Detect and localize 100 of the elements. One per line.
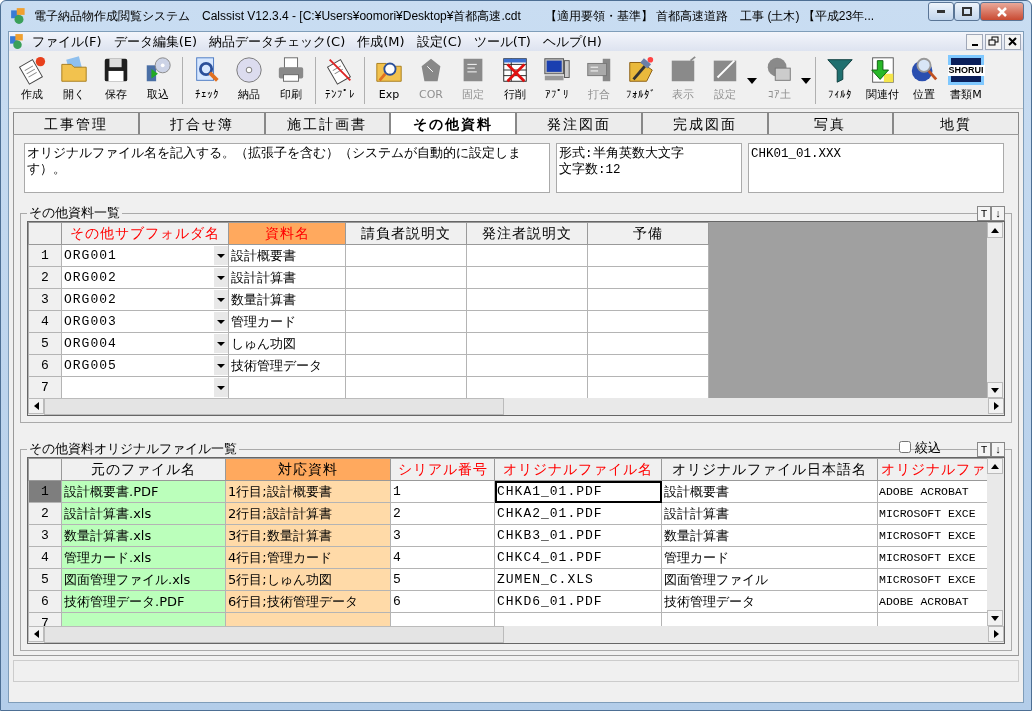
toolbar-button[interactable]: 位置 bbox=[903, 53, 945, 108]
toolbar-button[interactable]: 作成 bbox=[11, 53, 53, 108]
column-header[interactable]: 対応資料 bbox=[225, 458, 391, 481]
close-button[interactable] bbox=[980, 2, 1024, 21]
row-header[interactable]: 7 bbox=[28, 376, 62, 398]
tab[interactable]: 発注図面 bbox=[516, 112, 642, 134]
column-header[interactable]: オリジナルファイル名 bbox=[494, 458, 662, 481]
menu-item[interactable]: ヘルプ(H) bbox=[536, 31, 608, 52]
toolbar-button[interactable]: SHORUI 書類M bbox=[945, 53, 987, 108]
maximize-button[interactable] bbox=[954, 2, 980, 21]
toolbar-button[interactable]: Exp bbox=[368, 53, 410, 108]
tab[interactable]: 写真 bbox=[767, 112, 894, 134]
table-cell[interactable]: 技術管理データ.PDF bbox=[61, 590, 226, 613]
table-cell[interactable]: 1行目;設計概要書 bbox=[225, 480, 391, 503]
row-header[interactable]: 3 bbox=[28, 288, 62, 311]
table-cell[interactable]: CHKC4_01.PDF bbox=[494, 546, 662, 569]
scroll-right-button[interactable] bbox=[988, 398, 1004, 414]
toolbar-button[interactable]: ﾁｪｯｸ bbox=[186, 53, 228, 108]
scroll-left-button[interactable] bbox=[28, 398, 44, 414]
table-cell[interactable]: 3 bbox=[390, 524, 495, 547]
menu-item[interactable]: ファイル(F) bbox=[26, 31, 108, 52]
table-cell[interactable]: 4 bbox=[390, 546, 495, 569]
row-header[interactable]: 1 bbox=[28, 244, 62, 267]
dropdown-button[interactable] bbox=[214, 268, 228, 287]
row-header[interactable]: 4 bbox=[28, 310, 62, 333]
table-cell[interactable]: 管理カード.xls bbox=[61, 546, 226, 569]
row-header[interactable]: 3 bbox=[28, 524, 62, 547]
table-cell[interactable]: 5 bbox=[390, 568, 495, 591]
minimize-button[interactable] bbox=[928, 2, 954, 21]
table-cell[interactable]: CHKB3_01.PDF bbox=[494, 524, 662, 547]
horizontal-scrollbar[interactable] bbox=[28, 626, 1004, 643]
table-cell[interactable]: 2行目;設計計算書 bbox=[225, 502, 391, 525]
table-cell[interactable]: CHKA1_01.PDF bbox=[494, 480, 662, 503]
column-header[interactable]: 予備 bbox=[587, 222, 709, 245]
scroll-up-button[interactable] bbox=[987, 222, 1003, 238]
scrollbar-thumb[interactable] bbox=[44, 626, 504, 643]
scrollbar-thumb[interactable] bbox=[44, 398, 504, 415]
dropdown-button[interactable] bbox=[214, 246, 228, 265]
mdi-restore-button[interactable] bbox=[985, 33, 1002, 50]
scroll-down-button[interactable] bbox=[987, 610, 1003, 626]
table-cell[interactable]: 管理カード bbox=[661, 546, 878, 569]
scroll-right-button[interactable] bbox=[988, 626, 1004, 642]
tab[interactable]: 地質 bbox=[893, 112, 1019, 134]
scroll-up-button[interactable] bbox=[987, 458, 1003, 474]
column-header[interactable]: 請負者説明文 bbox=[345, 222, 467, 245]
column-header[interactable]: 元のファイル名 bbox=[61, 458, 226, 481]
toolbar-button[interactable]: 納品 bbox=[228, 53, 270, 108]
column-header[interactable]: シリアル番号 bbox=[390, 458, 495, 481]
tab[interactable]: 打合せ簿 bbox=[138, 112, 265, 134]
column-header[interactable]: 発注者説明文 bbox=[466, 222, 588, 245]
table-cell[interactable]: 6行目;技術管理データ bbox=[225, 590, 391, 613]
table-cell[interactable]: CHKD6_01.PDF bbox=[494, 590, 662, 613]
toolbar-button[interactable]: ﾌｨﾙﾀ bbox=[819, 53, 861, 108]
vertical-scrollbar[interactable] bbox=[987, 458, 1004, 626]
row-header[interactable]: 5 bbox=[28, 332, 62, 355]
menu-item[interactable]: ツール(T) bbox=[467, 31, 537, 52]
toolbar-button[interactable]: 関連付 bbox=[861, 53, 903, 108]
dropdown-button[interactable] bbox=[214, 356, 228, 375]
table-cell[interactable]: 図面管理ファイル bbox=[661, 568, 878, 591]
scroll-down-button[interactable] bbox=[987, 382, 1003, 398]
table-cell[interactable]: 設計計算書 bbox=[661, 502, 878, 525]
horizontal-scrollbar[interactable] bbox=[28, 398, 1004, 415]
table-cell[interactable]: 1 bbox=[390, 480, 495, 503]
dropdown-button[interactable] bbox=[214, 378, 228, 397]
menu-item[interactable]: データ編集(E) bbox=[107, 31, 203, 52]
table-cell[interactable]: 設計概要書.PDF bbox=[61, 480, 226, 503]
menu-item[interactable]: 設定(C) bbox=[410, 31, 468, 52]
row-header[interactable]: 1 bbox=[28, 480, 62, 503]
row-header[interactable]: 6 bbox=[28, 590, 62, 613]
sort-button[interactable]: T bbox=[977, 206, 991, 221]
table-cell[interactable]: 2 bbox=[390, 502, 495, 525]
sort-button[interactable]: ↓ bbox=[991, 206, 1005, 221]
toolbar-button[interactable]: 開く bbox=[53, 53, 95, 108]
row-header[interactable]: 2 bbox=[28, 502, 62, 525]
column-header[interactable]: オリジナルファイル日本語名 bbox=[661, 458, 878, 481]
table-cell[interactable]: 3行目;数量計算書 bbox=[225, 524, 391, 547]
table-cell[interactable]: 設計概要書 bbox=[661, 480, 878, 503]
vertical-scrollbar[interactable] bbox=[987, 222, 1004, 398]
table-cell[interactable]: 4行目;管理カード bbox=[225, 546, 391, 569]
table-cell[interactable]: CHKA2_01.PDF bbox=[494, 502, 662, 525]
row-header[interactable]: 4 bbox=[28, 546, 62, 569]
toolbar-button[interactable]: 行削 bbox=[494, 53, 536, 108]
table-cell[interactable]: ZUMEN_C.XLS bbox=[494, 568, 662, 591]
dropdown-button[interactable] bbox=[214, 334, 228, 353]
table-cell[interactable]: 図面管理ファイル.xls bbox=[61, 568, 226, 591]
table-cell[interactable]: 数量計算書.xls bbox=[61, 524, 226, 547]
filter-checkbox[interactable] bbox=[899, 441, 911, 454]
tab[interactable]: その他資料 bbox=[390, 112, 516, 134]
table-cell[interactable]: 5行目;しゅん功図 bbox=[225, 568, 391, 591]
table-cell[interactable]: 設計計算書.xls bbox=[61, 502, 226, 525]
row-header[interactable]: 5 bbox=[28, 568, 62, 591]
toolbar-button[interactable]: 保存 bbox=[95, 53, 137, 108]
table-cell[interactable]: 6 bbox=[390, 590, 495, 613]
scroll-left-button[interactable] bbox=[28, 626, 44, 642]
sort-button[interactable]: ↓ bbox=[991, 442, 1005, 457]
menu-item[interactable]: 作成(M) bbox=[351, 31, 411, 52]
sort-button[interactable]: T bbox=[977, 442, 991, 457]
row-header[interactable]: 2 bbox=[28, 266, 62, 289]
mdi-close-button[interactable] bbox=[1004, 33, 1021, 50]
toolbar-button[interactable]: ｱﾌﾟﾘ bbox=[536, 53, 578, 108]
